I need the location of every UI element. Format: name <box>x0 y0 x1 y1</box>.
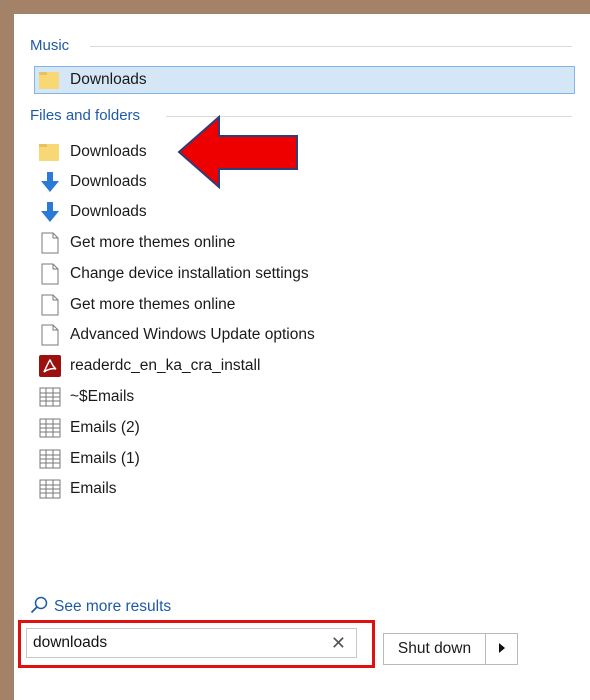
document-icon <box>38 323 62 347</box>
spreadsheet-icon <box>38 477 62 501</box>
document-icon <box>38 293 62 317</box>
search-field: ✕ <box>26 628 357 658</box>
result-label: readerdc_en_ka_cra_install <box>70 357 261 374</box>
result-item[interactable]: ~$Emails <box>38 383 558 411</box>
result-item[interactable]: readerdc_en_ka_cra_install <box>38 352 558 380</box>
folder-icon <box>38 140 62 164</box>
download-arrow-icon <box>38 170 62 194</box>
adobe-icon <box>38 354 62 378</box>
section-divider <box>90 46 572 47</box>
folder-icon <box>38 68 62 92</box>
section-header-music: Music <box>30 37 70 54</box>
result-label: Advanced Windows Update options <box>70 326 315 343</box>
red-arrow-annotation <box>177 114 298 190</box>
result-label: Downloads <box>70 143 147 160</box>
result-label: Get more themes online <box>70 234 236 251</box>
section-header-files: Files and folders <box>30 107 141 124</box>
result-label: ~$Emails <box>70 388 135 405</box>
see-more-label: See more results <box>54 598 172 615</box>
result-item[interactable]: Emails (2) <box>38 414 558 442</box>
start-search-panel: Music Downloads Files and folders Downlo… <box>14 14 590 700</box>
result-item[interactable]: Change device installation settings <box>38 260 558 288</box>
shut-down-options-button[interactable] <box>486 633 518 665</box>
result-label: Downloads <box>70 203 147 220</box>
search-icon <box>30 596 48 619</box>
chevron-right-icon <box>498 640 506 658</box>
result-item[interactable]: Emails <box>38 475 558 503</box>
result-item[interactable]: Downloads <box>38 198 558 226</box>
document-icon <box>38 231 62 255</box>
result-item[interactable]: Get more themes online <box>38 229 558 257</box>
see-more-results-link[interactable]: See more results <box>30 596 171 618</box>
spreadsheet-icon <box>38 416 62 440</box>
result-label: Downloads <box>70 173 147 190</box>
search-input[interactable] <box>27 631 313 655</box>
close-icon[interactable]: ✕ <box>331 633 346 653</box>
document-icon <box>38 262 62 286</box>
result-label: Get more themes online <box>70 296 236 313</box>
download-arrow-icon <box>38 200 62 224</box>
result-item[interactable]: Get more themes online <box>38 291 558 319</box>
result-item[interactable]: Advanced Windows Update options <box>38 321 558 349</box>
result-item[interactable]: Emails (1) <box>38 445 558 473</box>
result-label: Change device installation settings <box>70 265 309 282</box>
result-label: Emails (2) <box>70 419 140 436</box>
result-label: Emails (1) <box>70 450 140 467</box>
result-item-music-downloads[interactable]: Downloads <box>34 66 575 94</box>
shut-down-button[interactable]: Shut down <box>383 633 486 665</box>
search-box-highlight: ✕ <box>18 620 375 668</box>
result-label: Downloads <box>70 71 147 88</box>
spreadsheet-icon <box>38 447 62 471</box>
spreadsheet-icon <box>38 385 62 409</box>
result-label: Emails <box>70 480 117 497</box>
